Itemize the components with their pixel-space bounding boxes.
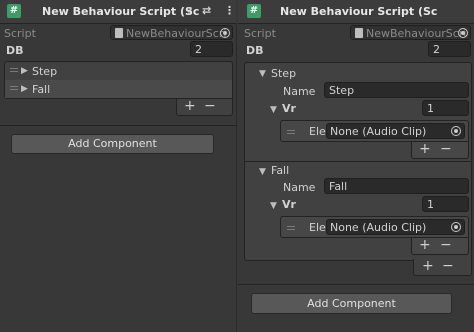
script-label: Script xyxy=(244,27,276,40)
window-divider xyxy=(236,23,237,332)
object-picker-icon[interactable] xyxy=(451,222,461,232)
vr-list-footer: + − xyxy=(411,237,469,255)
divider xyxy=(0,125,236,126)
csharp-script-icon: # xyxy=(7,4,21,18)
add-component-button[interactable]: Add Component xyxy=(251,293,452,314)
list-item[interactable]: ▶ Step xyxy=(5,62,232,80)
vr-size-value: 1 xyxy=(427,102,434,115)
element-title: Fall xyxy=(271,164,290,177)
remove-element-button[interactable]: − xyxy=(440,141,452,157)
remove-element-button[interactable]: − xyxy=(440,237,452,253)
add-element-button[interactable]: + xyxy=(419,237,431,253)
db-size-field[interactable]: 2 xyxy=(428,41,471,57)
expand-arrow-icon[interactable]: ▶ xyxy=(21,84,28,94)
help-icon[interactable]: ? xyxy=(186,5,192,18)
drag-handle-icon[interactable] xyxy=(10,84,18,92)
vr-label: Vr xyxy=(282,198,296,211)
divider xyxy=(238,284,474,285)
list-item-label: Fall xyxy=(32,83,51,96)
audio-clip-value: None (Audio Clip) xyxy=(330,125,427,138)
menu-icon[interactable]: ⋮ xyxy=(224,4,235,17)
left-inspector-header: # New Behaviour Script (Sc ? ⇄ ⋮ xyxy=(0,0,236,24)
audio-clip-value: None (Audio Clip) xyxy=(330,221,427,234)
db-list: ▼ Step Name Step ▼ Vr 1 Ele None (Audio … xyxy=(244,62,472,261)
expand-arrow-icon[interactable]: ▼ xyxy=(259,69,266,79)
audio-clip-field[interactable]: None (Audio Clip) xyxy=(326,123,465,139)
expand-arrow-icon[interactable]: ▼ xyxy=(270,201,277,211)
name-input[interactable]: Fall xyxy=(324,178,469,194)
add-element-button[interactable]: + xyxy=(422,258,434,274)
script-file-icon xyxy=(355,28,363,38)
csharp-script-icon: # xyxy=(247,4,261,18)
right-header-title: New Behaviour Script (Sc xyxy=(280,5,438,18)
db-size-value: 2 xyxy=(195,43,202,56)
script-field[interactable]: NewBehaviourScri xyxy=(350,25,471,40)
audio-clip-field[interactable]: None (Audio Clip) xyxy=(326,219,465,235)
expand-arrow-icon[interactable]: ▼ xyxy=(259,167,266,177)
ele-label: Ele xyxy=(309,125,326,138)
object-picker-icon[interactable] xyxy=(220,28,230,38)
vr-list: Ele None (Audio Clip) xyxy=(280,216,469,238)
vr-list-footer: + − xyxy=(411,141,469,159)
db-size-field[interactable]: 2 xyxy=(190,41,233,57)
right-inspector-header: # New Behaviour Script (Sc xyxy=(238,0,474,24)
vr-list: Ele None (Audio Clip) xyxy=(280,120,469,142)
name-label: Name xyxy=(283,181,316,194)
db-list: ▶ Step ▶ Fall xyxy=(4,61,233,99)
db-list-footer: + − xyxy=(176,98,233,116)
script-value: NewBehaviourScri xyxy=(126,27,227,40)
drag-handle-icon[interactable] xyxy=(10,66,18,74)
name-input[interactable]: Step xyxy=(324,82,469,98)
object-picker-icon[interactable] xyxy=(458,28,468,38)
list-item[interactable]: ▶ Fall xyxy=(5,80,232,98)
add-element-button[interactable]: + xyxy=(419,141,431,157)
remove-element-button[interactable]: − xyxy=(204,98,216,114)
vr-size-value: 1 xyxy=(427,198,434,211)
drag-handle-icon[interactable] xyxy=(287,224,295,232)
db-list-footer: + − xyxy=(413,258,472,276)
vr-size-field[interactable]: 1 xyxy=(422,196,469,212)
db-label: DB xyxy=(246,44,264,57)
remove-element-button[interactable]: − xyxy=(442,258,454,274)
add-element-button[interactable]: + xyxy=(184,98,196,114)
object-picker-icon[interactable] xyxy=(451,126,461,136)
db-label: DB xyxy=(6,44,24,57)
name-label: Name xyxy=(283,85,316,98)
divider xyxy=(245,161,471,162)
name-value: Fall xyxy=(329,180,348,193)
db-size-value: 2 xyxy=(433,43,440,56)
name-value: Step xyxy=(329,84,355,97)
expand-arrow-icon[interactable]: ▶ xyxy=(21,66,28,76)
vr-size-field[interactable]: 1 xyxy=(422,100,469,116)
script-field[interactable]: NewBehaviourScri xyxy=(110,25,233,40)
drag-handle-icon[interactable] xyxy=(287,128,295,136)
expand-arrow-icon[interactable]: ▼ xyxy=(270,105,277,115)
element-title: Step xyxy=(271,67,297,80)
script-file-icon xyxy=(115,28,123,38)
vr-label: Vr xyxy=(282,102,296,115)
list-item-label: Step xyxy=(32,65,58,78)
add-component-button[interactable]: Add Component xyxy=(11,134,214,154)
left-header-title: New Behaviour Script (Sc xyxy=(42,5,200,18)
script-value: NewBehaviourScri xyxy=(366,27,467,40)
presets-icon[interactable]: ⇄ xyxy=(202,4,211,17)
ele-label: Ele xyxy=(309,221,326,234)
script-label: Script xyxy=(4,27,36,40)
